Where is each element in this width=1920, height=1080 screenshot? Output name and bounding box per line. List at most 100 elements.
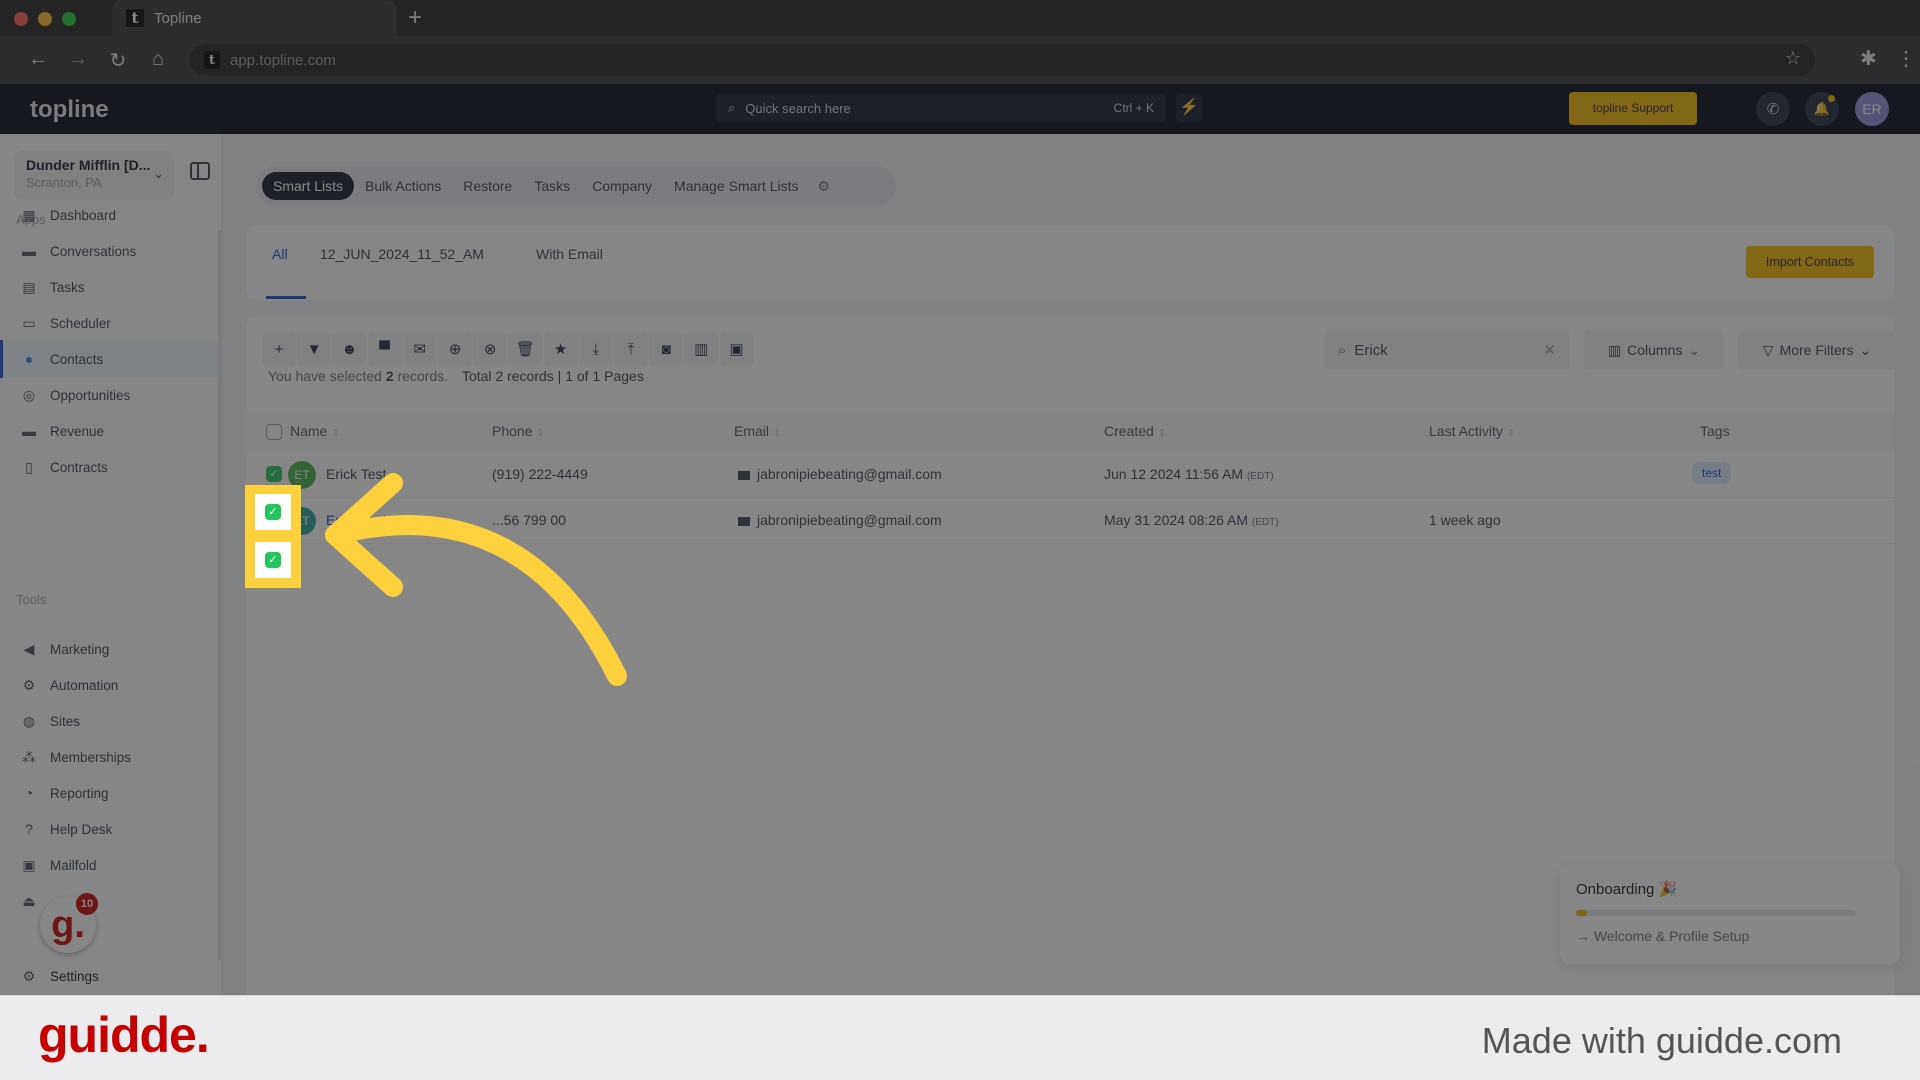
merge-icon[interactable]: ◙ <box>649 332 684 366</box>
sidebar-item-tasks[interactable]: ▤ Tasks <box>0 268 218 306</box>
sidebar-item-memberships[interactable]: ⁂ Memberships <box>0 738 218 776</box>
contact-name[interactable]: Erick Test <box>326 512 386 528</box>
sidebar-item-help-desk[interactable]: ? Help Desk <box>0 810 218 848</box>
remove-tag-icon[interactable]: ⊗ <box>473 332 508 366</box>
robot-icon[interactable]: ☻ <box>332 332 367 366</box>
row-checkbox[interactable]: ✓ <box>266 466 282 482</box>
browser-menu-icon[interactable]: ⋮ <box>1896 46 1916 71</box>
column-header-last-activity[interactable]: Last Activity ⇕ <box>1429 423 1515 439</box>
tab-with-email[interactable]: With Email <box>536 246 603 262</box>
account-switcher[interactable]: Dunder Mifflin [D... Scranton, PA ⌄ <box>14 150 174 200</box>
reload-icon[interactable]: ↻ <box>106 48 130 73</box>
add-tag-icon[interactable]: ⊕ <box>438 332 472 366</box>
support-button[interactable]: topline Support <box>1569 92 1697 125</box>
tab-title: Topline <box>154 9 202 27</box>
highlighted-row-checkbox[interactable]: ✓ <box>255 494 291 530</box>
sidebar-item-automation[interactable]: ⚙ Automation <box>0 666 218 704</box>
subnav-smart-lists[interactable]: Smart Lists <box>262 172 355 200</box>
subnav-bulk-actions[interactable]: Bulk Actions <box>354 172 452 200</box>
contact-search-input[interactable]: ⌕ Erick ✕ <box>1324 330 1570 370</box>
subnav-company[interactable]: Company <box>581 172 663 200</box>
bolt-icon[interactable]: ⚡ <box>1176 94 1202 122</box>
topline-logo[interactable]: topline <box>30 96 109 124</box>
sidebar-item-reporting[interactable]: ◔ Reporting <box>0 774 218 812</box>
filter-icon[interactable]: ▼ <box>297 332 332 366</box>
chevron-down-icon: ⌄ <box>153 166 164 181</box>
sidebar-item-label: Help Desk <box>50 821 113 837</box>
table-row[interactable]: ✓ ET Erick Test ...56 799 00 jabronipieb… <box>246 498 1894 544</box>
tag-badge[interactable]: test <box>1692 462 1732 484</box>
bookmark-star-icon[interactable]: ☆ <box>1785 48 1801 69</box>
sidebar-item-label: Tasks <box>50 279 85 295</box>
url-bar[interactable]: t app.topline.com ☆ <box>190 44 1815 76</box>
onboarding-progress-fill <box>1576 910 1588 916</box>
import-icon[interactable]: ⤓ <box>578 332 613 366</box>
sidebar-item-marketing[interactable]: ◀ Marketing <box>0 630 218 668</box>
select-all-checkbox[interactable] <box>266 424 282 440</box>
sidebar-item-conversations[interactable]: ▬ Conversations <box>0 232 218 270</box>
home-icon[interactable]: ⌂ <box>146 48 170 71</box>
sidebar-item-mailfold[interactable]: ▣ Mailfold <box>0 846 218 884</box>
contact-created: May 31 2024 08:26 AM (EDT) <box>1104 512 1279 528</box>
sidebar-item-label: Contacts <box>50 351 104 367</box>
column-header-phone[interactable]: Phone ⇕ <box>492 423 545 439</box>
sidebar-item-revenue[interactable]: ▬ Revenue <box>0 412 218 450</box>
collapse-sidebar-icon[interactable] <box>190 162 210 180</box>
import-contacts-button[interactable]: Import Contacts <box>1746 246 1874 278</box>
sidebar-item-unnamed[interactable]: ⏏ <box>0 882 218 920</box>
sms-icon[interactable]: ▀ <box>367 332 402 366</box>
onboarding-widget[interactable]: Onboarding 🎉 → Welcome & Profile Setup <box>1560 864 1900 964</box>
sidebar-item-settings[interactable]: ⚙ Settings <box>0 957 218 995</box>
contact-email[interactable]: jabronipiebeating@gmail.com <box>738 466 942 482</box>
clear-search-icon[interactable]: ✕ <box>1543 341 1556 359</box>
automation-icon: ⚙ <box>22 677 36 693</box>
export-icon[interactable]: ⤒ <box>614 332 648 366</box>
more-filters-button[interactable]: ▽ More Filters ⌄ <box>1738 330 1896 370</box>
forward-icon[interactable]: → <box>66 48 90 71</box>
sort-icon: ⇕ <box>1506 428 1516 439</box>
sidebar-item-scheduler[interactable]: ▭ Scheduler <box>0 304 218 342</box>
notifications-button[interactable]: 🔔 <box>1805 92 1839 126</box>
subnav-tasks[interactable]: Tasks <box>523 172 581 200</box>
table-row[interactable]: ✓ ET Erick Test (919) 222-4449 jabronipi… <box>246 452 1894 498</box>
delete-icon[interactable]: 🗑 <box>508 332 543 366</box>
company-icon[interactable]: ▥ <box>684 332 719 366</box>
contact-name[interactable]: Erick Test <box>326 466 386 482</box>
highlight-box: ✓ ✓ <box>245 485 301 588</box>
minimize-window-button[interactable] <box>38 12 52 26</box>
quick-search-input[interactable]: ⌕ Quick search here Ctrl + K <box>716 94 1166 122</box>
onboarding-step-link[interactable]: → Welcome & Profile Setup <box>1576 928 1884 944</box>
email-icon[interactable]: ✉ <box>402 332 437 366</box>
subnav-manage-smart-lists[interactable]: Manage Smart Lists <box>663 172 810 200</box>
sidebar-item-dashboard[interactable]: ▦ Dashboard <box>0 196 218 234</box>
column-header-name[interactable]: Name ⇕ <box>290 423 340 439</box>
sidebar-item-opportunities[interactable]: ◎ Opportunities <box>0 376 218 414</box>
browser-tab[interactable]: t Topline <box>112 0 397 36</box>
close-window-button[interactable] <box>14 12 28 26</box>
sidebar-item-sites[interactable]: ◍ Sites <box>0 702 218 740</box>
columns-button[interactable]: ▥ Columns ⌄ <box>1584 330 1724 370</box>
maximize-window-button[interactable] <box>62 12 76 26</box>
image-icon[interactable]: ▣ <box>719 332 754 366</box>
sidebar-item-contacts[interactable]: ● Contacts <box>0 340 218 378</box>
settings-gear-icon[interactable]: ⚙ <box>818 178 831 195</box>
user-avatar[interactable]: ER <box>1855 92 1889 126</box>
subnav-restore[interactable]: Restore <box>452 172 523 200</box>
highlighted-row-checkbox[interactable]: ✓ <box>255 542 291 578</box>
star-icon[interactable]: ★ <box>543 332 578 366</box>
contact-email[interactable]: jabronipiebeating@gmail.com <box>738 512 942 528</box>
sites-icon: ◍ <box>22 713 36 729</box>
tab-12-jun-2024[interactable]: 12_JUN_2024_11_52_AM <box>320 246 484 262</box>
back-icon[interactable]: ← <box>26 48 50 71</box>
column-header-created[interactable]: Created ⇕ <box>1104 423 1166 439</box>
column-header-email[interactable]: Email ⇕ <box>734 423 781 439</box>
extensions-icon[interactable]: ✱ <box>1860 46 1877 71</box>
phone-icon[interactable]: ✆ <box>1756 92 1790 126</box>
column-header-tags: Tags <box>1700 423 1730 439</box>
sidebar-item-contracts[interactable]: ▯ Contracts <box>0 448 218 486</box>
account-location: Scranton, PA <box>26 175 102 190</box>
selection-prefix: You have selected <box>268 368 382 384</box>
add-icon[interactable]: + <box>262 332 296 366</box>
tab-all[interactable]: All <box>272 246 288 262</box>
new-tab-button[interactable]: + <box>408 4 422 32</box>
